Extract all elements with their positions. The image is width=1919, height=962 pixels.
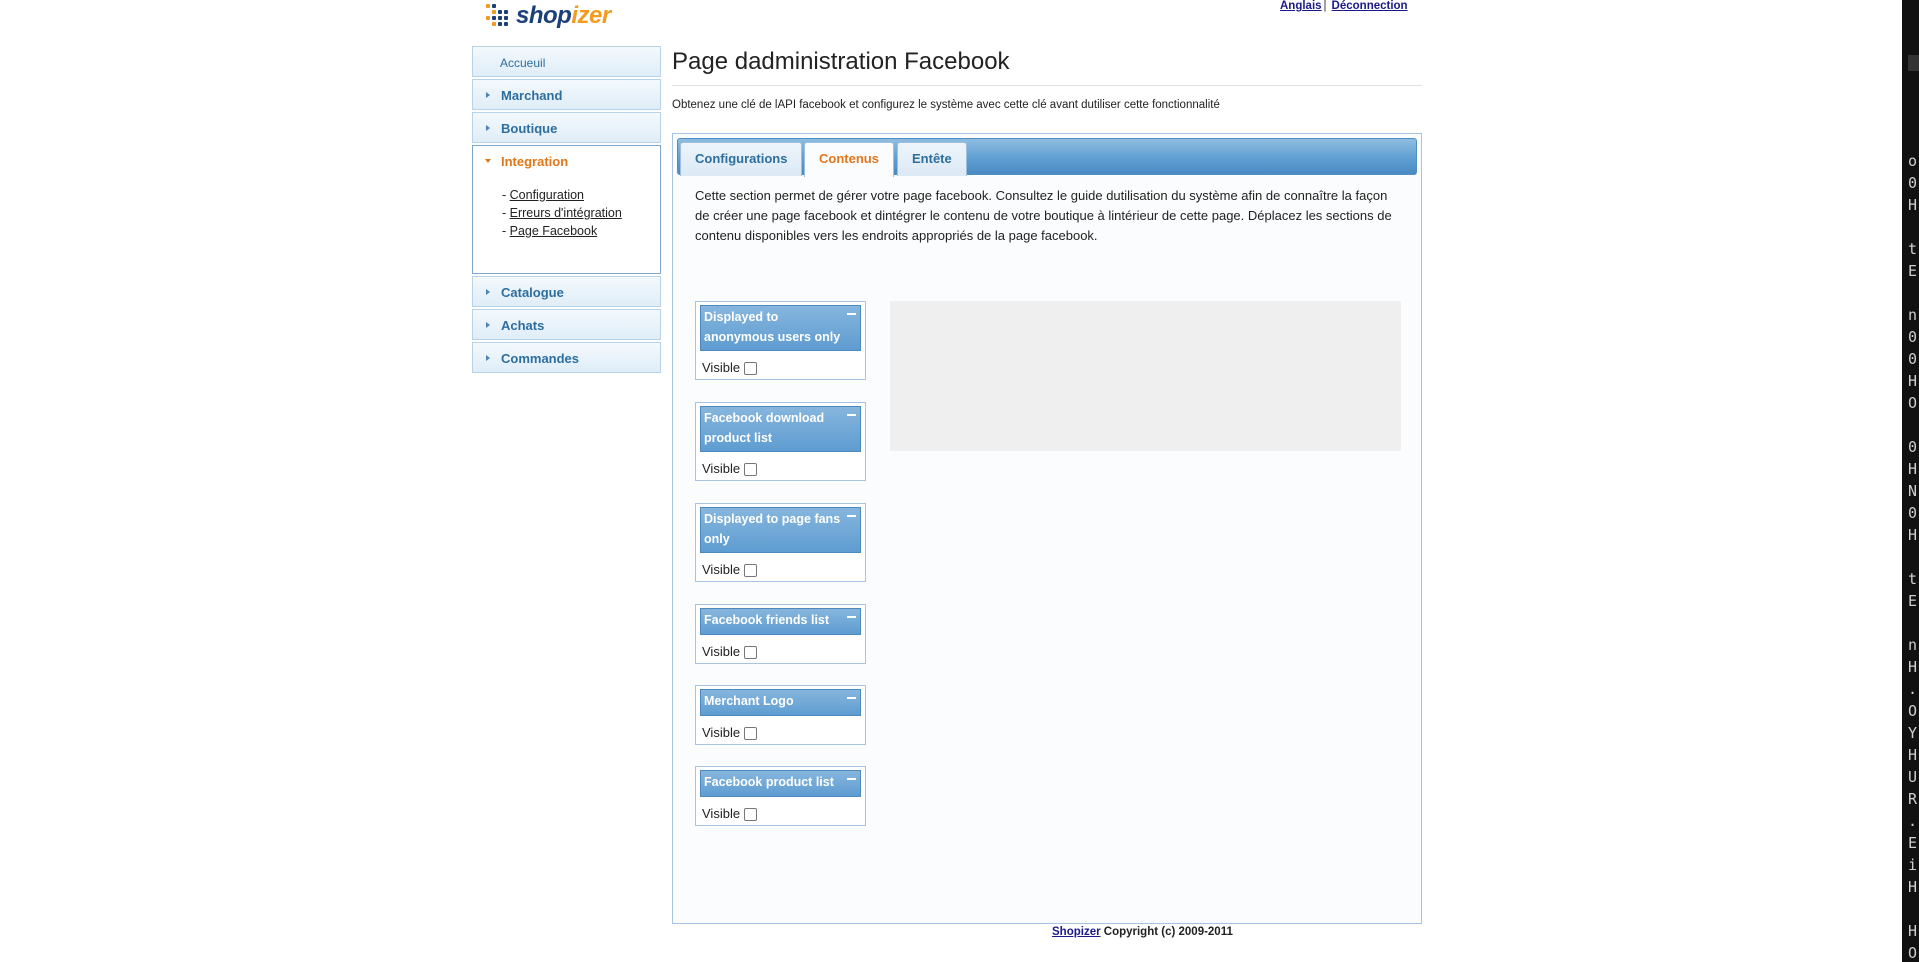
page-title: Page dadministration Facebook — [672, 48, 1010, 75]
terminal-text: o 0 H t E n 0 0 H O 0 H N 0 H t E n H . … — [1908, 152, 1918, 962]
title-divider — [672, 85, 1422, 86]
terminal-scroll-marker — [1908, 55, 1919, 71]
widget-title: Facebook product list — [704, 775, 834, 789]
content-widget[interactable]: Merchant Logo Visible — [695, 685, 866, 745]
collapse-icon[interactable] — [847, 778, 856, 780]
tab-entete[interactable]: Entête — [897, 142, 967, 176]
visible-checkbox[interactable] — [744, 645, 758, 659]
content-widget[interactable]: Displayed to anonymous users only Visibl… — [695, 301, 866, 380]
section-description: Cette section permet de gérer votre page… — [695, 188, 1392, 243]
chevron-right-icon — [486, 289, 490, 295]
chevron-right-icon — [486, 355, 490, 361]
widget-header[interactable]: Facebook download product list — [700, 406, 861, 452]
widget-body: Visible — [696, 351, 865, 379]
widget-body: Visible — [696, 553, 865, 581]
widget-body: Visible — [696, 635, 865, 663]
widget-body: Visible — [696, 797, 865, 825]
visible-label: Visible — [702, 562, 741, 577]
visible-checkbox[interactable] — [744, 807, 758, 821]
sidebar-item-integration[interactable]: Integration — [472, 145, 661, 176]
sidebar-item-label: Integration — [501, 154, 569, 169]
sidebar-item-catalogue[interactable]: Catalogue — [472, 276, 661, 307]
widget-title: Displayed to anonymous users only — [704, 310, 841, 344]
widget-title: Facebook friends list — [704, 613, 830, 627]
integration-submenu: - Configuration - Erreurs d'intégration … — [472, 176, 661, 274]
tab-contenus[interactable]: Contenus — [804, 142, 894, 177]
visible-label: Visible — [702, 724, 741, 740]
content-widget[interactable]: Facebook download product list Visible — [695, 402, 866, 481]
sidebar-item-label: Achats — [501, 318, 545, 333]
sidebar-item-home[interactable]: Accueuil — [472, 46, 661, 77]
terminal-strip: o 0 H t E n 0 0 H O 0 H N 0 H t E n H . … — [1902, 0, 1919, 962]
visible-label: Visible — [702, 643, 741, 659]
sidebar-item-label: Marchand — [501, 88, 563, 103]
submenu-item: - Erreurs d'intégration — [502, 204, 660, 222]
page-intro: Obtenez une clé de lAPI facebook et conf… — [672, 99, 1220, 111]
top-links-separator: | — [1323, 0, 1327, 12]
logo-text-shop: shop — [516, 2, 572, 29]
collapse-icon[interactable] — [847, 414, 856, 416]
chevron-right-icon — [486, 125, 490, 131]
content-widget[interactable]: Facebook product list Visible — [695, 766, 866, 826]
sidebar-item-boutique[interactable]: Boutique — [472, 112, 661, 143]
shopizer-logo[interactable]: shopizer — [482, 0, 611, 32]
widget-header[interactable]: Displayed to page fans only — [700, 507, 861, 553]
widget-header[interactable]: Facebook friends list — [700, 608, 861, 635]
visible-checkbox[interactable] — [744, 463, 758, 476]
submenu-bullet: - — [502, 206, 510, 220]
sidebar-item-commandes[interactable]: Commandes — [472, 342, 661, 373]
visible-label: Visible — [702, 461, 741, 476]
widget-header[interactable]: Merchant Logo — [700, 689, 861, 716]
visible-label: Visible — [702, 805, 741, 821]
submenu-bullet: - — [502, 224, 510, 238]
collapse-icon[interactable] — [847, 616, 856, 618]
widget-header[interactable]: Facebook product list — [700, 770, 861, 797]
logout-link[interactable]: Déconnection — [1332, 0, 1408, 12]
sidebar-item-label: Boutique — [501, 121, 558, 136]
chevron-right-icon — [486, 92, 490, 98]
footer-shopizer-link[interactable]: Shopizer — [1052, 926, 1101, 938]
content-widget[interactable]: Displayed to page fans only Visible — [695, 503, 866, 582]
footer-copyright: Copyright (c) 2009-2011 — [1100, 926, 1233, 938]
widget-body: Visible — [696, 452, 865, 480]
top-links: Anglais | Déconnection — [1280, 0, 1408, 12]
visible-checkbox[interactable] — [744, 362, 758, 375]
widget-title: Facebook download product list — [704, 411, 825, 445]
tab-configurations[interactable]: Configurations — [680, 142, 803, 176]
sidebar-item-label: Commandes — [501, 351, 580, 366]
widget-title: Merchant Logo — [704, 694, 794, 708]
tabs-container: Configurations Contenus Entête Cette sec… — [672, 133, 1422, 924]
chevron-right-icon — [486, 322, 490, 328]
sidebar-item-label: Catalogue — [501, 285, 564, 300]
collapse-icon[interactable] — [847, 313, 856, 315]
collapse-icon[interactable] — [847, 697, 856, 699]
sidebar-item-marchand[interactable]: Marchand — [472, 79, 661, 110]
visible-label: Visible — [702, 360, 741, 375]
facebook-page-dropzone[interactable] — [890, 301, 1401, 451]
widget-body: Visible — [696, 716, 865, 744]
language-link[interactable]: Anglais — [1280, 0, 1322, 12]
tab-bar: Configurations Contenus Entête — [677, 138, 1417, 177]
visible-checkbox[interactable] — [744, 726, 758, 740]
content-widget[interactable]: Facebook friends list Visible — [695, 604, 866, 664]
footer: Shopizer Copyright (c) 2009-2011 — [1052, 926, 1233, 938]
sidebar-item-achats[interactable]: Achats — [472, 309, 661, 340]
widget-title: Displayed to page fans only — [704, 512, 841, 546]
submenu-bullet: - — [502, 188, 510, 202]
submenu-item: - Configuration — [502, 186, 660, 204]
submenu-link-page-facebook[interactable]: Page Facebook — [510, 224, 598, 238]
submenu-item: - Page Facebook — [502, 222, 660, 240]
logo-dots-icon — [482, 2, 512, 30]
logo-wordmark: shopizer — [516, 2, 611, 30]
chevron-down-icon — [485, 159, 491, 163]
submenu-link-erreurs[interactable]: Erreurs d'intégration — [510, 206, 622, 220]
widget-header[interactable]: Displayed to anonymous users only — [700, 305, 861, 351]
logo-text-izer: izer — [571, 2, 611, 29]
submenu-link-configuration[interactable]: Configuration — [510, 188, 584, 202]
visible-checkbox[interactable] — [744, 564, 758, 577]
sidebar-menu: Accueuil Marchand Boutique Integration -… — [472, 46, 661, 375]
collapse-icon[interactable] — [847, 515, 856, 517]
